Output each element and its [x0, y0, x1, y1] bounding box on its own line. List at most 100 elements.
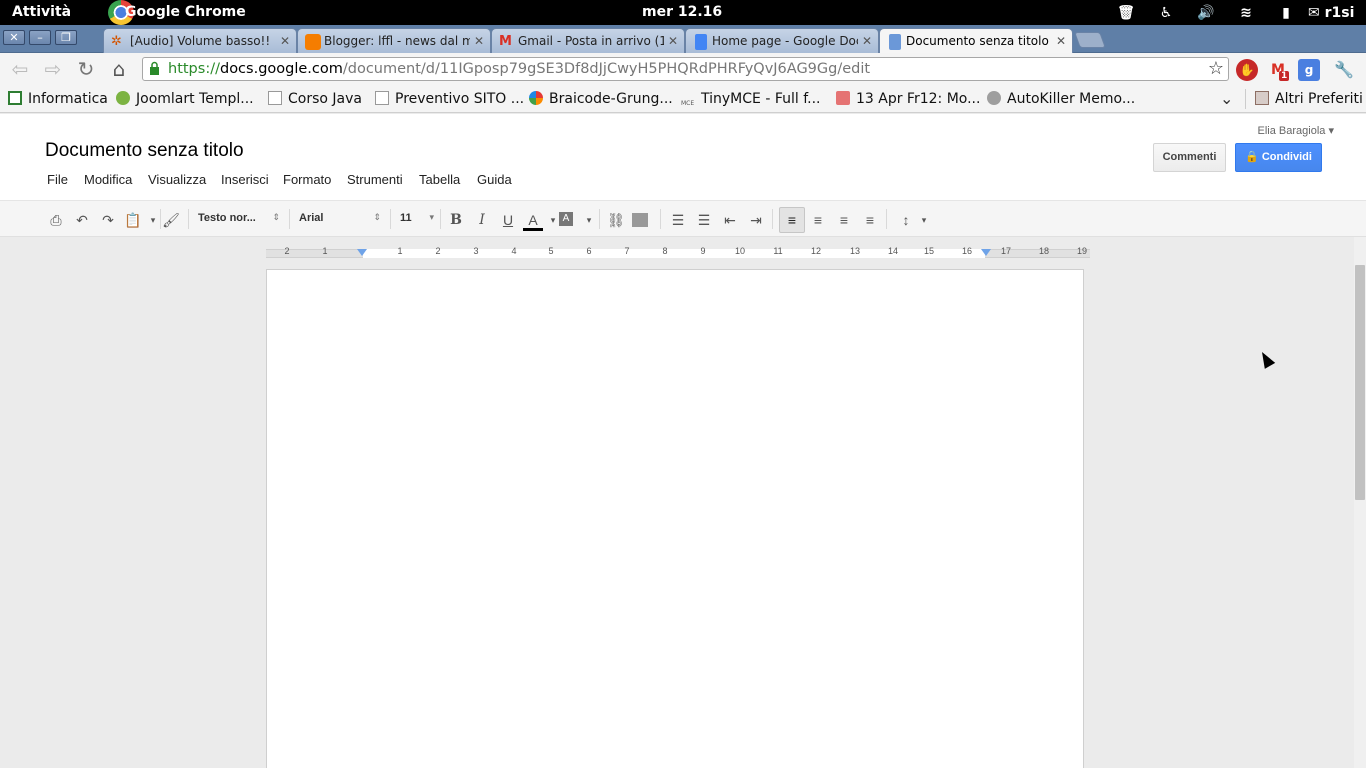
menu-visualizza[interactable]: Visualizza	[148, 172, 206, 187]
wrench-menu-icon[interactable]: 🔧	[1333, 59, 1355, 81]
menu-strumenti[interactable]: Strumenti	[347, 172, 403, 187]
gmail-checker-icon[interactable]: M1	[1267, 59, 1290, 81]
user-menu[interactable]: ✉ r1si	[1306, 5, 1366, 21]
toolbar-divider	[660, 209, 661, 229]
other-bookmarks-folder[interactable]: Altri Preferiti	[1255, 91, 1363, 107]
highlight-color-icon[interactable]: A	[559, 212, 573, 226]
share-button[interactable]: 🔒 Condividi	[1235, 143, 1322, 172]
decrease-indent-icon[interactable]: ⇤	[720, 210, 740, 230]
page-icon	[375, 91, 389, 105]
menu-guida[interactable]: Guida	[477, 172, 512, 187]
google-talk-icon[interactable]: g	[1298, 59, 1320, 81]
bookmark-star-icon[interactable]: ☆	[1208, 58, 1224, 80]
gmail-icon: M	[499, 34, 512, 49]
home-icon[interactable]: ⌂	[107, 57, 131, 81]
address-bar[interactable]: https://docs.google.com/document/d/11IGp…	[142, 57, 1229, 81]
bookmark-preventivo[interactable]: Preventivo SITO ...	[375, 91, 524, 107]
wifi-icon[interactable]: ≋	[1226, 5, 1266, 21]
ubuntu-forum-icon: ✲	[111, 34, 122, 49]
chevron-down-icon: ▾	[429, 212, 434, 222]
accessibility-icon[interactable]: ♿	[1146, 5, 1186, 21]
back-icon[interactable]: ⇦	[8, 57, 32, 81]
trash-icon[interactable]: 🗑	[1106, 5, 1146, 21]
italic-icon[interactable]: I	[472, 210, 492, 230]
align-center-icon[interactable]: ≡	[808, 210, 828, 230]
text-color-icon[interactable]: A	[523, 210, 543, 231]
print-icon[interactable]: ⎙	[46, 210, 66, 230]
paint-format-icon[interactable]: 🖌	[161, 210, 181, 230]
undo-icon[interactable]: ↶	[72, 210, 92, 230]
lock-icon: 🔒	[1245, 151, 1262, 163]
tab-untitled-document[interactable]: Documento senza titolo - ( ✕	[879, 28, 1073, 54]
clock[interactable]: mer 12.16	[642, 4, 722, 20]
highlight-chevron-icon[interactable]: ▾	[579, 210, 599, 230]
tab-close-icon[interactable]: ✕	[862, 34, 872, 48]
tab-close-icon[interactable]: ✕	[474, 34, 484, 48]
bookmarks-overflow-chevron-icon[interactable]: ⌄	[1220, 89, 1233, 108]
url-text: https://docs.google.com/document/d/11IGp…	[168, 61, 871, 77]
window-minimize-button[interactable]: –	[29, 30, 51, 45]
menu-tabella[interactable]: Tabella	[419, 172, 460, 187]
font-select[interactable]: Arial ⇕	[299, 212, 381, 224]
align-left-icon[interactable]: ≡	[782, 210, 802, 230]
bookmark-informatica[interactable]: Informatica	[8, 91, 108, 107]
bookmark-13-apr[interactable]: 13 Apr Fr12: Mo...	[836, 91, 980, 107]
paragraph-style-select[interactable]: Testo nor... ⇕	[198, 212, 280, 224]
insert-link-icon[interactable]: ⛓	[606, 210, 626, 230]
ruler-number: 14	[887, 246, 899, 256]
menu-file[interactable]: File	[47, 172, 68, 187]
volume-icon[interactable]: 🔊	[1186, 5, 1226, 21]
bookmark-tinymce[interactable]: MCE TinyMCE - Full f...	[681, 91, 820, 114]
menu-modifica[interactable]: Modifica	[84, 172, 132, 187]
battery-icon[interactable]: ▮	[1266, 5, 1306, 21]
tab-close-icon[interactable]: ✕	[280, 34, 290, 48]
menu-formato[interactable]: Formato	[283, 172, 331, 187]
app-menu[interactable]: Google Chrome	[103, 4, 246, 20]
bookmark-autokiller[interactable]: AutoKiller Memo...	[987, 91, 1135, 107]
line-spacing-icon[interactable]: ↕	[896, 210, 916, 230]
paste-icon[interactable]: 📋	[123, 210, 143, 230]
increase-indent-icon[interactable]: ⇥	[746, 210, 766, 230]
reload-icon[interactable]: ↻	[74, 57, 98, 81]
tab-close-icon[interactable]: ✕	[668, 34, 678, 48]
ruler-number: 2	[435, 246, 441, 256]
insert-image-icon[interactable]	[632, 213, 648, 227]
document-page[interactable]	[266, 269, 1084, 768]
account-name: Elia Baragiola	[1257, 125, 1326, 137]
line-spacing-chevron-icon[interactable]: ▾	[914, 210, 934, 230]
window-restore-button[interactable]: ❐	[55, 30, 77, 45]
tab-docs-home[interactable]: Home page - Google Docu ✕	[685, 28, 879, 53]
bookmark-joomlart[interactable]: Joomlart Templ...	[116, 91, 254, 107]
window-close-button[interactable]: ✕	[3, 30, 25, 45]
bold-icon[interactable]: B	[446, 210, 466, 230]
account-menu[interactable]: Elia Baragiola ▾	[1258, 124, 1334, 137]
tab-gmail[interactable]: M Gmail - Posta in arrivo (1) ✕	[491, 28, 685, 53]
toolbar-divider	[188, 209, 189, 229]
forward-icon[interactable]: ⇨	[41, 57, 65, 81]
font-size-select[interactable]: 11 ▾	[400, 212, 434, 224]
right-indent-marker-icon[interactable]	[981, 249, 991, 256]
tab-close-icon[interactable]: ✕	[1056, 34, 1066, 48]
tab-audio-volume[interactable]: ✲ [Audio] Volume basso!! ✕	[103, 28, 297, 53]
activities-button[interactable]: Attività	[12, 4, 71, 20]
ruler-number: 15	[923, 246, 935, 256]
bookmark-braicode[interactable]: Braicode-Grung...	[529, 91, 673, 107]
menu-inserisci[interactable]: Inserisci	[221, 172, 269, 187]
scrollbar-thumb[interactable]	[1355, 265, 1365, 500]
underline-icon[interactable]: U	[498, 210, 518, 230]
joomlart-icon	[116, 91, 130, 105]
bookmark-corso-java[interactable]: Corso Java	[268, 91, 362, 107]
comments-button[interactable]: Commenti	[1153, 143, 1226, 172]
bulleted-list-icon[interactable]: ☰	[694, 210, 714, 230]
left-indent-marker-icon[interactable]	[357, 249, 367, 256]
new-tab-button[interactable]	[1074, 32, 1106, 48]
align-right-icon[interactable]: ≡	[834, 210, 854, 230]
document-title[interactable]: Documento senza titolo	[45, 140, 244, 162]
numbered-list-icon[interactable]: ☰	[668, 210, 688, 230]
redo-icon[interactable]: ↷	[98, 210, 118, 230]
align-justify-icon[interactable]: ≡	[860, 210, 880, 230]
tab-blogger[interactable]: Blogger: lffl - news dal mo ✕	[297, 28, 491, 53]
ruler-number: 3	[473, 246, 479, 256]
adblock-icon[interactable]: ✋	[1236, 59, 1258, 81]
ruler-number: 1	[322, 246, 328, 256]
